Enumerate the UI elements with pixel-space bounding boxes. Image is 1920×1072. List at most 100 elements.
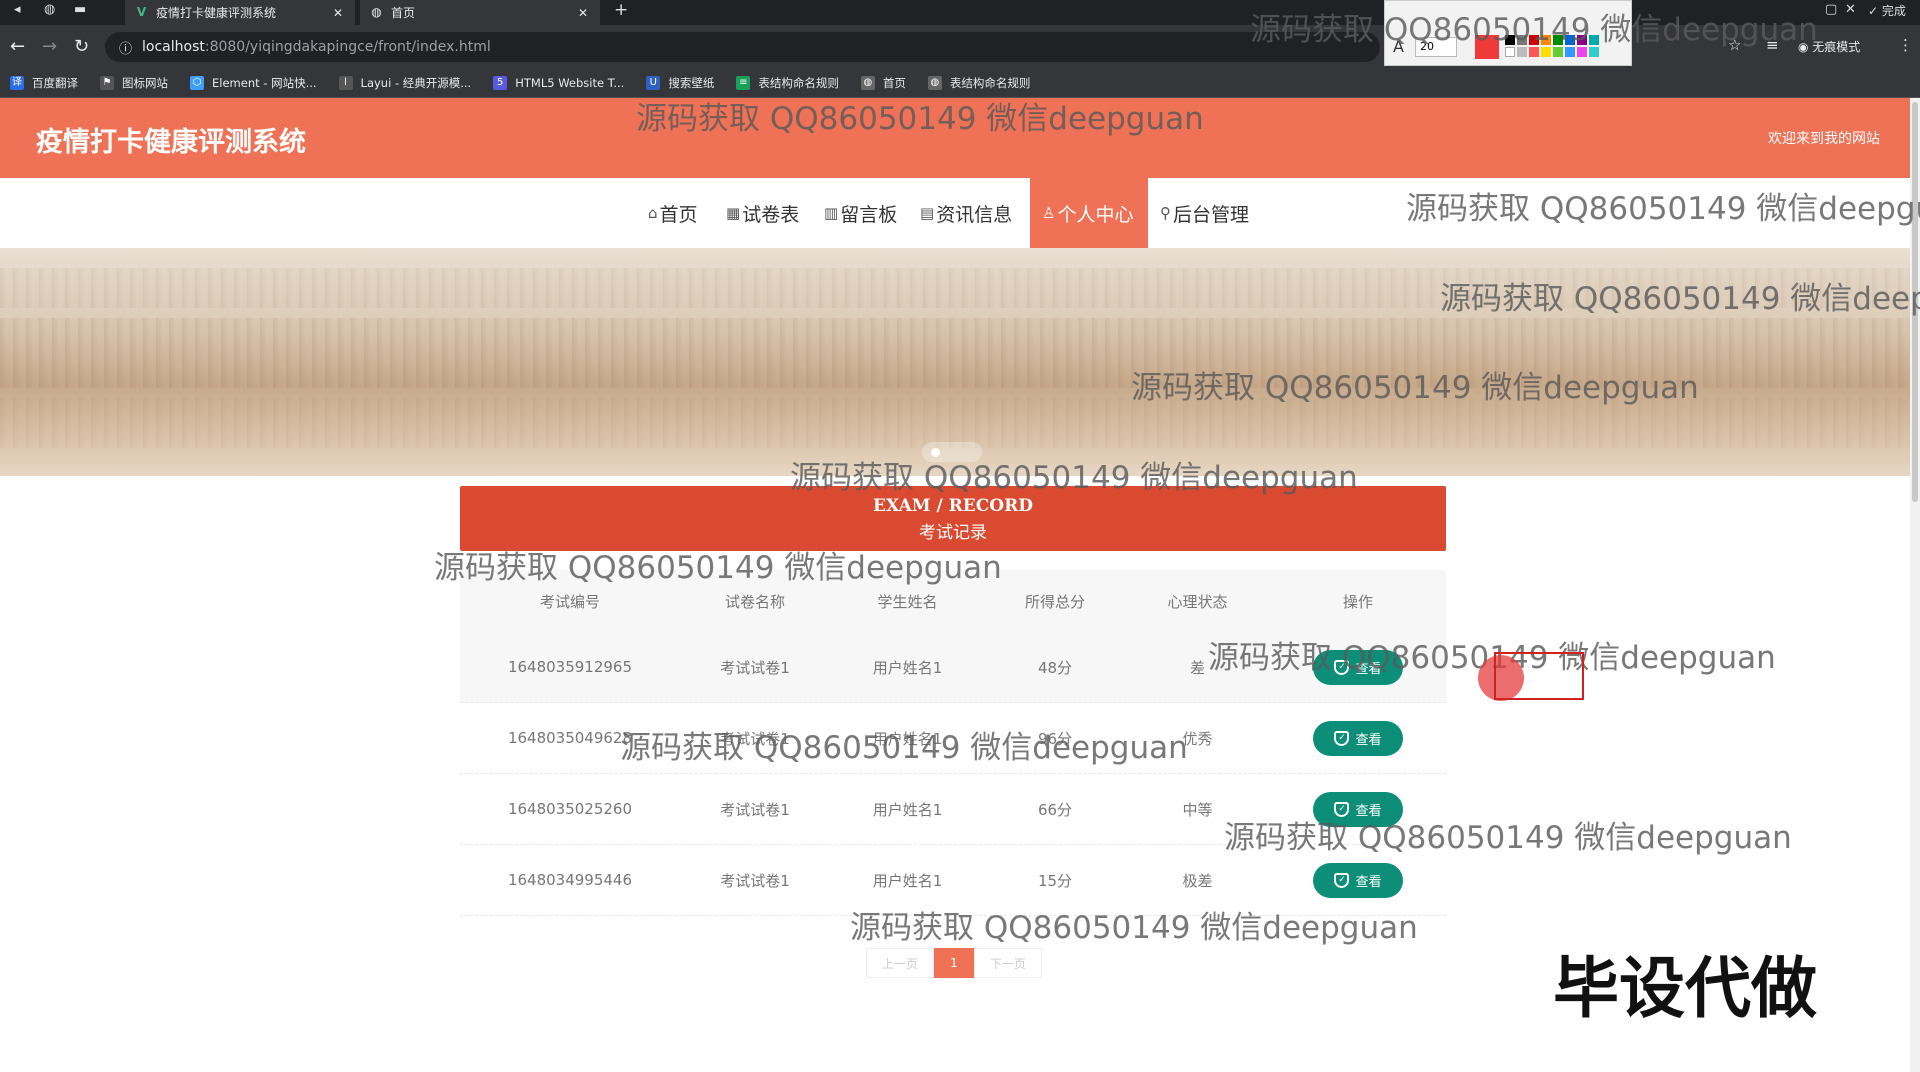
tab-title: 首页 — [391, 6, 416, 20]
forward-icon[interactable]: → — [42, 36, 57, 57]
promo-stamp: 毕设代做 — [1553, 950, 1817, 1027]
bookmark-label: 表结构命名规则 — [758, 76, 839, 90]
done-label: 完成 — [1881, 4, 1906, 18]
score: 48分 — [1037, 658, 1073, 677]
home-icon: ⌂ — [648, 204, 658, 222]
nav-label: 留言板 — [840, 203, 898, 226]
sheet-icon: ≡ — [736, 76, 751, 90]
shield-check-icon: ✓ — [1334, 872, 1350, 888]
prev-page-button[interactable]: 上一页 — [866, 948, 934, 978]
annotation-rectangle — [1494, 652, 1584, 700]
tab-home[interactable]: ◍ 首页 ✕ — [360, 0, 600, 25]
nav-item-home[interactable]: ⌂ 首页 — [638, 178, 708, 248]
bookmark-item[interactable]: ⚑ 图标网站 — [100, 75, 168, 91]
done-button[interactable]: ✓ 完成 — [1868, 2, 1906, 19]
tab-title: 疫情打卡健康评测系统 — [156, 6, 277, 20]
watermark: 源码获取 QQ86050149 微信deepguan — [850, 910, 1418, 946]
shield-check-icon: ✓ — [1334, 730, 1350, 746]
minimize-icon[interactable]: ▢ — [1825, 2, 1837, 17]
watermark: 源码获取 QQ86050149 微信deepguan — [620, 730, 1188, 766]
bookmark-item[interactable]: U 搜索壁纸 — [646, 75, 714, 91]
nav-label: 个人中心 — [1057, 203, 1134, 226]
bookmark-label: Element - 网站快... — [212, 76, 317, 90]
bookmark-item[interactable]: ⬡ Element - 网站快... — [190, 75, 317, 91]
bookmark-label: 首页 — [882, 76, 906, 90]
paper-name: 考试试卷1 — [720, 658, 790, 677]
grid-icon: ▦ — [726, 204, 741, 222]
nav-label: 首页 — [659, 203, 698, 226]
bookmark-label: HTML5 Website T... — [515, 76, 625, 90]
globe-icon: ◍ — [927, 76, 942, 90]
window-icon[interactable]: ▬ — [74, 2, 86, 17]
bookmark-label: Layui - 经典开源模... — [360, 76, 472, 90]
pagination: 上一页 1 下一页 — [866, 948, 1042, 978]
nav-item-admin[interactable]: ⚲ 后台管理 — [1150, 178, 1259, 248]
flag-icon: ⚑ — [100, 76, 114, 90]
watermark: 源码获取 QQ86050149 微信deepguan — [1440, 281, 1920, 317]
watermark: 源码获取 QQ86050149 微信deepguan — [790, 460, 1358, 496]
back-icon[interactable]: ← — [10, 36, 25, 57]
wallpaper-icon: U — [646, 76, 661, 90]
paper-name: 考试试卷1 — [720, 871, 790, 890]
section-title-en: EXAM / RECORD — [873, 496, 1033, 516]
reload-icon[interactable]: ↻ — [74, 36, 89, 57]
html5-icon: 5 — [493, 76, 508, 90]
nav-item-profile[interactable]: ♙ 个人中心 — [1030, 178, 1148, 248]
watermark: 源码获取 QQ86050149 微信deepguan — [1224, 820, 1792, 856]
bookmark-label: 百度翻译 — [32, 76, 78, 90]
nav-item-news[interactable]: ▤ 资讯信息 — [910, 178, 1022, 248]
col-header: 所得总分 — [1024, 592, 1085, 611]
url-host: localhost — [142, 39, 205, 55]
nav-label: 资讯信息 — [936, 203, 1013, 226]
paper-name: 考试试卷1 — [720, 800, 790, 819]
close-window-icon[interactable]: ✕ — [1845, 2, 1856, 17]
tab-system[interactable]: V 疫情打卡健康评测系统 ✕ — [125, 0, 355, 25]
student-name: 用户姓名1 — [872, 658, 943, 677]
nav-label: 后台管理 — [1173, 203, 1250, 226]
element-icon: ⬡ — [190, 76, 204, 90]
new-tab-icon[interactable]: + — [614, 0, 628, 20]
bookmark-item[interactable]: 5 HTML5 Website T... — [493, 76, 624, 90]
user-icon: ♙ — [1042, 204, 1056, 222]
bookmark-item[interactable]: l Layui - 经典开源模... — [338, 75, 472, 91]
exam-id: 1648035025260 — [507, 800, 633, 818]
close-icon[interactable]: ✕ — [331, 6, 345, 20]
globe-icon: ◍ — [371, 5, 382, 19]
watermark: 源码获取 QQ86050149 微信deepguan — [636, 101, 1204, 137]
url-path: :8080/yiqingdakapingce/front/index.html — [204, 39, 491, 55]
info-icon[interactable]: ⓘ — [119, 38, 132, 57]
board-icon: ▥ — [824, 204, 839, 222]
nav-item-papers[interactable]: ▦ 试卷表 — [716, 178, 809, 248]
url-input[interactable]: ⓘ localhost:8080/yiqingdakapingce/front/… — [105, 32, 1380, 62]
vue-icon: V — [136, 5, 147, 19]
menu-icon[interactable]: ⋮ — [1898, 36, 1913, 54]
watermark: 源码获取 QQ86050149 微信deepguan — [1250, 12, 1818, 48]
view-button[interactable]: ✓ 查看 — [1313, 720, 1403, 756]
watermark: 源码获取 QQ86050149 微信deepguan — [434, 550, 1002, 586]
bookmark-item[interactable]: ◍ 首页 — [860, 75, 906, 91]
translate-icon: 译 — [10, 76, 24, 90]
close-icon[interactable]: ✕ — [576, 6, 590, 20]
page-number-button[interactable]: 1 — [934, 948, 974, 978]
action-cell: ✓ 查看 — [1270, 703, 1446, 773]
globe-icon[interactable]: ◍ — [44, 2, 55, 17]
bookmark-label: 图标网站 — [122, 76, 168, 90]
bookmark-item[interactable]: ◍ 表结构命名规则 — [927, 75, 1031, 91]
incognito-label: 无痕模式 — [1812, 40, 1861, 54]
globe-icon: ◍ — [860, 76, 875, 90]
bookmark-label: 表结构命名规则 — [949, 76, 1031, 90]
audio-icon[interactable]: ◂ — [14, 2, 21, 17]
nav-item-messages[interactable]: ▥ 留言板 — [814, 178, 907, 248]
watermark: 源码获取 QQ86050149 微信deepguan — [1131, 370, 1699, 406]
bookmark-item[interactable]: 译百度翻译 — [10, 75, 78, 91]
bookmark-label: 搜索壁纸 — [668, 76, 715, 90]
view-button[interactable]: ✓ 查看 — [1313, 862, 1403, 898]
link-icon: ⚲ — [1160, 204, 1171, 222]
next-page-button[interactable]: 下一页 — [974, 948, 1042, 978]
bookmark-item[interactable]: ≡ 表结构命名规则 — [736, 75, 839, 91]
watermark: 源码获取 QQ86050149 微信deepguan — [1406, 191, 1920, 227]
news-icon: ▤ — [920, 204, 935, 222]
exam-id: 1648035912965 — [507, 658, 633, 676]
col-header: 操作 — [1342, 592, 1373, 611]
layui-icon: l — [338, 76, 353, 90]
